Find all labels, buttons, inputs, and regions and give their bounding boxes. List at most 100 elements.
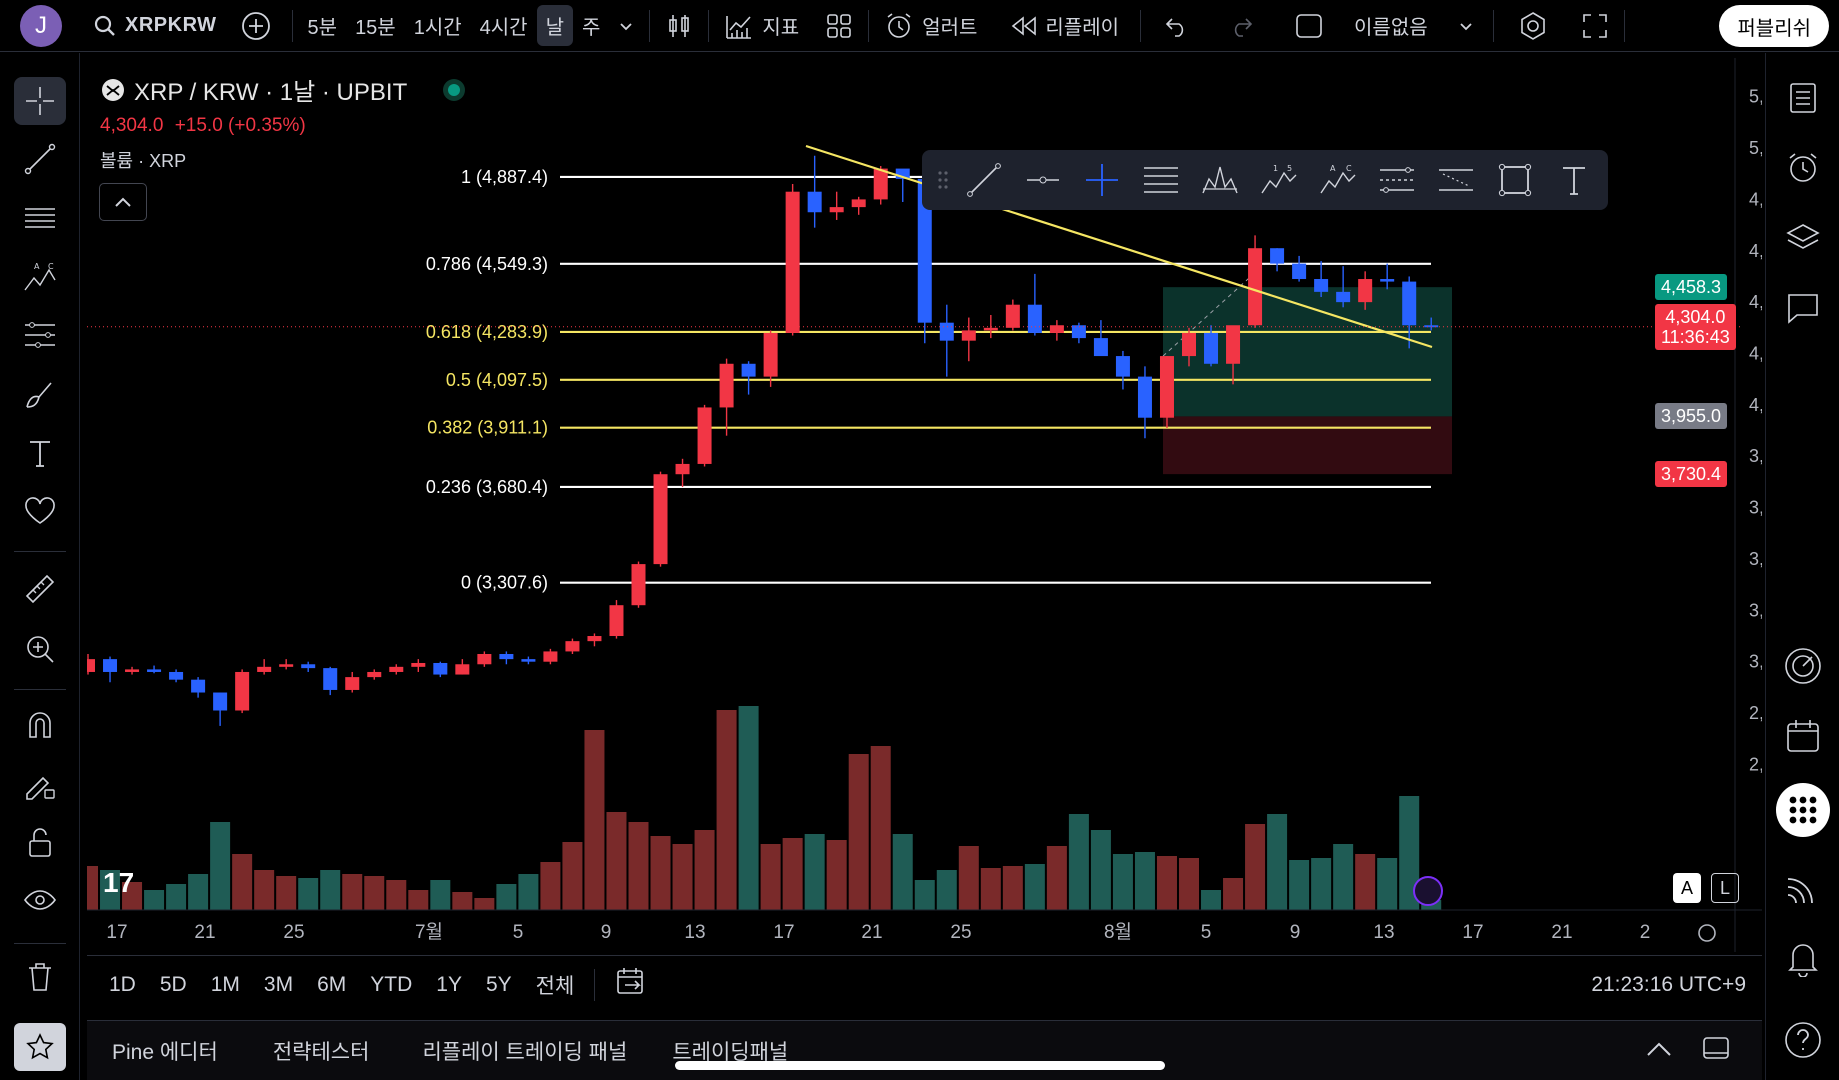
draw-cross-line[interactable]: [1072, 155, 1131, 205]
interval-1d[interactable]: 날: [536, 5, 573, 46]
goto-date-button[interactable]: [603, 967, 659, 1003]
magnet-tool[interactable]: [14, 701, 66, 749]
chat-bubble-icon: [1788, 294, 1818, 324]
time-tick-label: 8월: [1104, 921, 1132, 943]
tab-strategy-tester[interactable]: 전략테스터: [243, 1036, 395, 1066]
alert-button[interactable]: 얼러트: [875, 5, 986, 47]
interval-4h[interactable]: 4시간: [471, 5, 537, 46]
replay-button[interactable]: 리플레이: [1000, 5, 1128, 46]
draw-fib-retracement[interactable]: [1131, 155, 1190, 205]
redo-button[interactable]: [1219, 9, 1263, 43]
draw-abcd[interactable]: AC: [1308, 155, 1367, 205]
indicators-button[interactable]: 지표: [715, 5, 808, 46]
tab-replay-trading-panel[interactable]: 리플레이 트레이딩 패널: [394, 1036, 652, 1066]
apps-button[interactable]: [1776, 783, 1830, 837]
volume-bar: [144, 890, 165, 910]
timezone-clock[interactable]: 21:23:16 UTC+9: [1591, 973, 1746, 997]
parallel-lines-icon: [25, 208, 55, 228]
range-1y[interactable]: 1Y: [424, 973, 474, 997]
draw-pattern[interactable]: [1190, 155, 1249, 205]
drag-handle[interactable]: [932, 155, 954, 205]
volume-bar: [496, 884, 517, 910]
alerts-button[interactable]: [1778, 143, 1828, 193]
volume-bar: [628, 822, 649, 910]
layout-selector[interactable]: [1285, 5, 1333, 47]
range-5d[interactable]: 5D: [148, 973, 199, 997]
user-avatar[interactable]: J: [20, 4, 62, 47]
undo-button[interactable]: [1155, 9, 1199, 43]
publish-button[interactable]: 퍼블리쉬: [1719, 5, 1829, 47]
price-tick-label: 3,600.0: [1749, 498, 1762, 518]
brush-tool[interactable]: [14, 371, 66, 419]
panel-maximize-button[interactable]: [1702, 1035, 1730, 1067]
icons-tool[interactable]: [14, 487, 66, 535]
legend-volume-study[interactable]: 볼륨 · XRP: [100, 147, 465, 173]
chart-type-button[interactable]: [656, 6, 702, 46]
trend-line-icon: [966, 163, 1001, 197]
interval-15m[interactable]: 15분: [346, 5, 405, 46]
hide-drawings-tool[interactable]: [14, 877, 66, 925]
range-all[interactable]: 전체: [524, 970, 587, 1000]
draw-text[interactable]: [1544, 155, 1603, 205]
hotlists-button[interactable]: [1778, 641, 1828, 691]
trendline-tool[interactable]: [14, 135, 66, 183]
crosshair-tool[interactable]: [14, 77, 66, 125]
forecast-tool[interactable]: [14, 311, 66, 359]
streams-button[interactable]: [1778, 863, 1828, 913]
volume-bar: [826, 840, 847, 910]
list-document-icon: [1790, 83, 1816, 113]
help-icon: [1785, 1022, 1821, 1058]
horizontal-lines-tool[interactable]: [14, 193, 66, 241]
lock-all-tool[interactable]: [14, 819, 66, 867]
favorites-tool[interactable]: [14, 1023, 66, 1071]
interval-1w[interactable]: 주: [573, 5, 609, 46]
auto-scale-button[interactable]: A: [1673, 873, 1701, 903]
range-3m[interactable]: 3M: [252, 973, 305, 997]
legend-symbol-title[interactable]: XRP / KRW · 1날 · UPBIT: [134, 72, 407, 107]
legend-collapse-button[interactable]: [99, 183, 147, 221]
abcd-pattern-icon: AC: [24, 262, 56, 291]
draw-horizontal-ray[interactable]: [1013, 155, 1072, 205]
interval-dropdown[interactable]: [609, 12, 643, 40]
volume-bar: [1333, 844, 1354, 910]
range-1m[interactable]: 1M: [199, 973, 252, 997]
chats-button[interactable]: [1778, 283, 1828, 333]
crosshair-icon: [26, 87, 54, 115]
tab-pine-editor[interactable]: Pine 에디터: [87, 1036, 243, 1066]
pattern-tool[interactable]: AC: [14, 253, 66, 301]
draw-trendline[interactable]: [954, 155, 1013, 205]
range-1d[interactable]: 1D: [97, 973, 148, 997]
templates-button[interactable]: [816, 6, 862, 46]
draw-rectangle[interactable]: [1485, 155, 1544, 205]
delete-drawings-tool[interactable]: [14, 953, 66, 1001]
draw-forecast[interactable]: [1367, 155, 1426, 205]
settings-button[interactable]: [1508, 4, 1558, 48]
chevron-down-icon: [620, 22, 633, 30]
text-tool[interactable]: [14, 429, 66, 477]
watchlist-button[interactable]: [1778, 73, 1828, 123]
interval-5m[interactable]: 5분: [299, 5, 347, 46]
object-tree-button[interactable]: [1778, 213, 1828, 263]
svg-text:1: 1: [1273, 164, 1278, 173]
volume-bar: [936, 870, 957, 910]
fullscreen-button[interactable]: [1572, 6, 1618, 46]
lock-drawing-tool[interactable]: [14, 761, 66, 809]
calendar-button[interactable]: [1778, 711, 1828, 761]
panel-expand-button[interactable]: [1646, 1039, 1672, 1063]
range-5y[interactable]: 5Y: [474, 973, 524, 997]
notifications-button[interactable]: [1778, 933, 1828, 983]
volume-bar: [1046, 846, 1067, 910]
log-scale-button[interactable]: L: [1711, 873, 1739, 903]
interval-1h[interactable]: 1시간: [405, 5, 471, 46]
range-6m[interactable]: 6M: [305, 973, 358, 997]
zoom-tool[interactable]: [14, 625, 66, 673]
layout-name-button[interactable]: 이름없음: [1345, 5, 1483, 46]
draw-projection[interactable]: [1426, 155, 1485, 205]
symbol-search[interactable]: XRPKRW: [84, 8, 226, 44]
compare-add-button[interactable]: [232, 5, 280, 47]
help-button[interactable]: [1778, 1015, 1828, 1065]
measure-tool[interactable]: [14, 565, 66, 613]
draw-elliott-wave[interactable]: 15: [1249, 155, 1308, 205]
range-ytd[interactable]: YTD: [358, 973, 424, 997]
candle-body: [411, 662, 426, 667]
